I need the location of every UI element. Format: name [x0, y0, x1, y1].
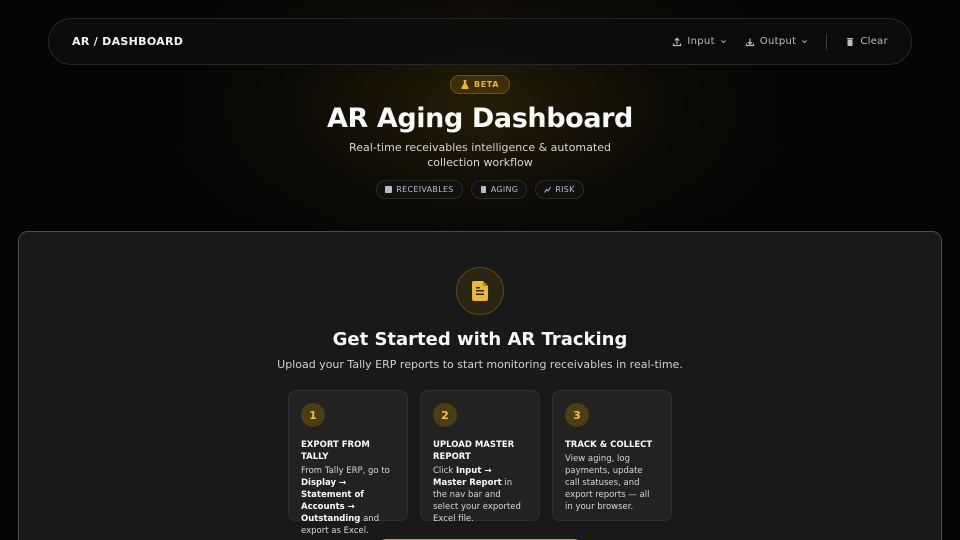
input-menu-button[interactable]: Input	[672, 36, 726, 47]
table-icon	[385, 186, 393, 193]
panel-title: Get Started with AR Tracking	[332, 329, 628, 350]
trash-icon	[847, 37, 854, 46]
flask-icon	[461, 80, 469, 89]
step-title: UPLOAD MASTER REPORT	[433, 440, 515, 462]
chevron-down-icon	[720, 40, 726, 44]
clear-button[interactable]: Clear	[845, 36, 888, 47]
page-subtitle: Real-time receivables intelligence & aut…	[349, 141, 611, 169]
tag-label: AGING	[490, 185, 519, 194]
tag-risk: RISK	[535, 180, 584, 199]
step-title: EXPORT FROM TALLY	[301, 440, 370, 462]
beta-badge: BETA	[450, 75, 510, 94]
panel-subtitle: Upload your Tally ERP reports to start m…	[277, 358, 683, 371]
nav-divider	[826, 33, 828, 50]
input-menu-label: Input	[687, 36, 715, 47]
step-card-3: 3 TRACK & COLLECT View aging, log paymen…	[552, 390, 672, 521]
step-description: View aging, log payments, update call st…	[565, 454, 650, 512]
step-number: 3	[565, 403, 589, 427]
step-title: TRACK & COLLECT	[565, 440, 653, 450]
clear-label: Clear	[860, 36, 888, 47]
step-number: 2	[433, 403, 457, 427]
breadcrumb: AR / DASHBOARD	[72, 35, 184, 48]
chevron-down-icon	[802, 40, 808, 44]
tag-list: RECEIVABLES AGING RISK	[0, 180, 960, 199]
hero-section: BETA AR Aging Dashboard Real-time receiv…	[0, 74, 960, 199]
tag-label: RECEIVABLES	[396, 185, 454, 194]
step-description: From Tally ERP, go to Display → Statemen…	[301, 466, 390, 536]
output-menu-button[interactable]: Output	[745, 36, 809, 47]
document-icon-badge	[456, 267, 504, 315]
tag-label: RISK	[555, 185, 575, 194]
top-navbar: AR / DASHBOARD Input Output Clear	[48, 18, 912, 65]
step-card-2: 2 UPLOAD MASTER REPORT Click Input → Mas…	[420, 390, 540, 524]
output-menu-label: Output	[759, 36, 797, 47]
tag-aging: AGING	[470, 180, 528, 199]
step-number: 1	[301, 403, 325, 427]
nav-actions: Input Output Clear	[672, 33, 888, 50]
upload-icon	[673, 36, 682, 46]
page-title: AR Aging Dashboard	[327, 103, 633, 134]
file-icon	[480, 186, 486, 193]
chart-icon	[544, 186, 552, 193]
download-icon	[745, 38, 754, 46]
beta-label: BETA	[474, 80, 499, 89]
step-description: Click Input → Master Report in the nav b…	[433, 466, 521, 524]
step-card-1: 1 EXPORT FROM TALLY From Tally ERP, go t…	[288, 390, 408, 536]
tag-receivables: RECEIVABLES	[376, 180, 463, 199]
document-icon	[471, 281, 488, 301]
get-started-panel: Get Started with AR Tracking Upload your…	[18, 231, 942, 540]
